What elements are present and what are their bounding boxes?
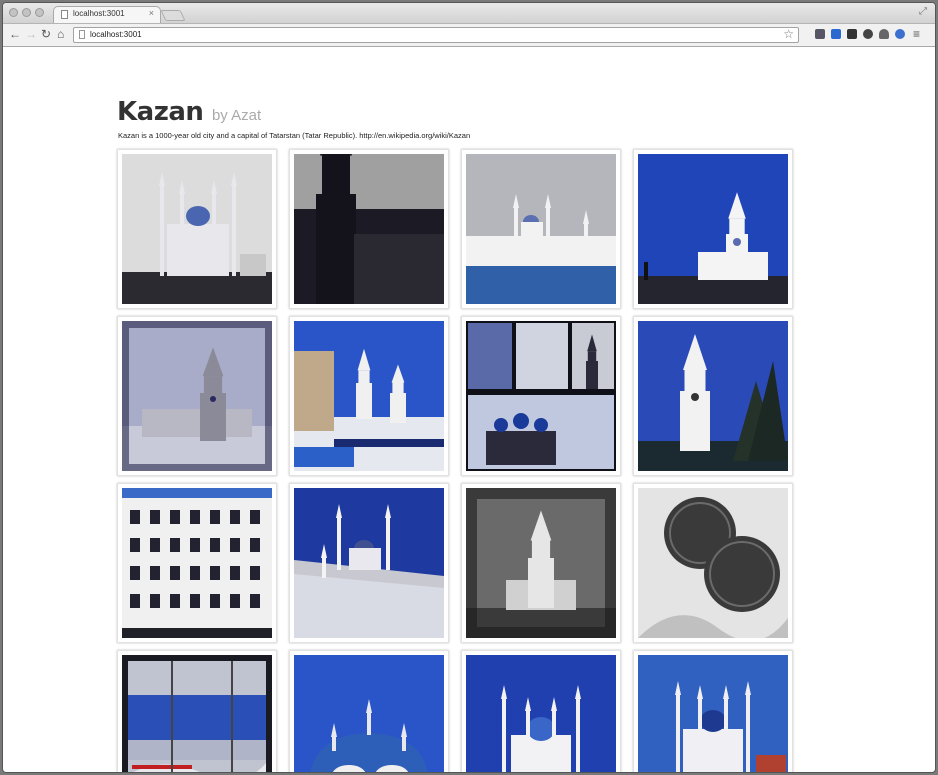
fullscreen-icon[interactable]: ⤢ — [919, 6, 927, 17]
photo-spasskaya-tower-trees[interactable] — [633, 316, 793, 476]
photo-tower-night-vignette[interactable] — [461, 483, 621, 643]
photo-university-facade-image — [122, 488, 272, 638]
photo-qolsharif-blue-sky[interactable] — [633, 650, 793, 772]
extension-icon[interactable] — [831, 29, 841, 39]
layers-icon[interactable] — [847, 29, 857, 39]
menu-icon[interactable]: ≡ — [913, 27, 920, 41]
bookmark-star-icon[interactable]: ☆ — [783, 27, 794, 41]
browser-toolbar: ← → ↻ ⌂ localhost:3001 ☆ ≡ — [3, 24, 935, 47]
photo-qolsharif-mosque-image — [122, 154, 272, 304]
photo-tower-snow-vignette[interactable] — [117, 316, 277, 476]
page-icon — [79, 30, 85, 39]
minimize-window-icon[interactable] — [22, 8, 31, 17]
gear-icon[interactable] — [863, 29, 873, 39]
photo-mosque-behind-wall-image — [294, 488, 444, 638]
browser-window: localhost:3001 × ⤢ ← → ↻ ⌂ localhost:300… — [2, 2, 936, 773]
photo-dark-tower-silhouette[interactable] — [289, 149, 449, 309]
photo-spasskaya-tower-blue-sky-image — [638, 154, 788, 304]
home-icon[interactable]: ⌂ — [57, 27, 64, 41]
photo-kremlin-courtyard-snow-image — [294, 321, 444, 471]
forward-arrow-icon[interactable]: → — [25, 27, 37, 41]
photo-dark-tower-silhouette-image — [294, 154, 444, 304]
photo-commemorative-coins[interactable] — [633, 483, 793, 643]
photo-grid — [117, 149, 793, 772]
cloud-icon[interactable] — [879, 29, 889, 39]
close-window-icon[interactable] — [9, 8, 18, 17]
page-icon — [61, 10, 68, 19]
photo-tower-night-vignette-image — [466, 488, 616, 638]
photo-tower-snow-vignette-image — [122, 321, 272, 471]
page-description: Kazan is a 1000-year old city and a capi… — [118, 131, 471, 140]
back-arrow-icon[interactable]: ← — [9, 27, 21, 41]
zoom-window-icon[interactable] — [35, 8, 44, 17]
tab-title: localhost:3001 — [73, 9, 125, 18]
url-text[interactable]: localhost:3001 — [90, 30, 142, 39]
photo-spasskaya-tower-blue-sky[interactable] — [633, 149, 793, 309]
photo-collage-churches-image — [466, 321, 616, 471]
photo-qolsharif-mosque[interactable] — [117, 149, 277, 309]
browser-tab[interactable]: localhost:3001 × — [53, 6, 161, 23]
page-title: Kazan by Azat — [117, 97, 261, 131]
page-subtitle: by Azat — [211, 107, 262, 124]
photo-kremlin-winter-wall-image — [466, 154, 616, 304]
extension-icon[interactable] — [895, 29, 905, 39]
page-title-text: Kazan — [117, 97, 204, 127]
photo-qolsharif-night-image — [466, 655, 616, 772]
extension-icon[interactable] — [815, 29, 825, 39]
photo-university-facade[interactable] — [117, 483, 277, 643]
photo-collage-churches[interactable] — [461, 316, 621, 476]
new-tab-button[interactable] — [160, 10, 186, 21]
browser-titlebar: localhost:3001 × ⤢ — [3, 3, 935, 24]
photo-mosque-behind-wall[interactable] — [289, 483, 449, 643]
photo-kremlin-winter-wall[interactable] — [461, 149, 621, 309]
photo-spasskaya-tower-trees-image — [638, 321, 788, 471]
photo-stadium-snow[interactable] — [117, 650, 277, 772]
photo-kremlin-courtyard-snow[interactable] — [289, 316, 449, 476]
photo-blue-domed-building[interactable] — [289, 650, 449, 772]
photo-blue-domed-building-image — [294, 655, 444, 772]
tab-close-icon[interactable]: × — [149, 8, 154, 18]
reload-icon[interactable]: ↻ — [41, 27, 51, 41]
photo-qolsharif-blue-sky-image — [638, 655, 788, 772]
photo-qolsharif-night[interactable] — [461, 650, 621, 772]
photo-commemorative-coins-image — [638, 488, 788, 638]
page-content: Kazan by Azat Kazan is a 1000-year old c… — [3, 47, 935, 772]
address-bar[interactable]: localhost:3001 ☆ — [73, 27, 799, 43]
photo-stadium-snow-image — [122, 655, 272, 772]
